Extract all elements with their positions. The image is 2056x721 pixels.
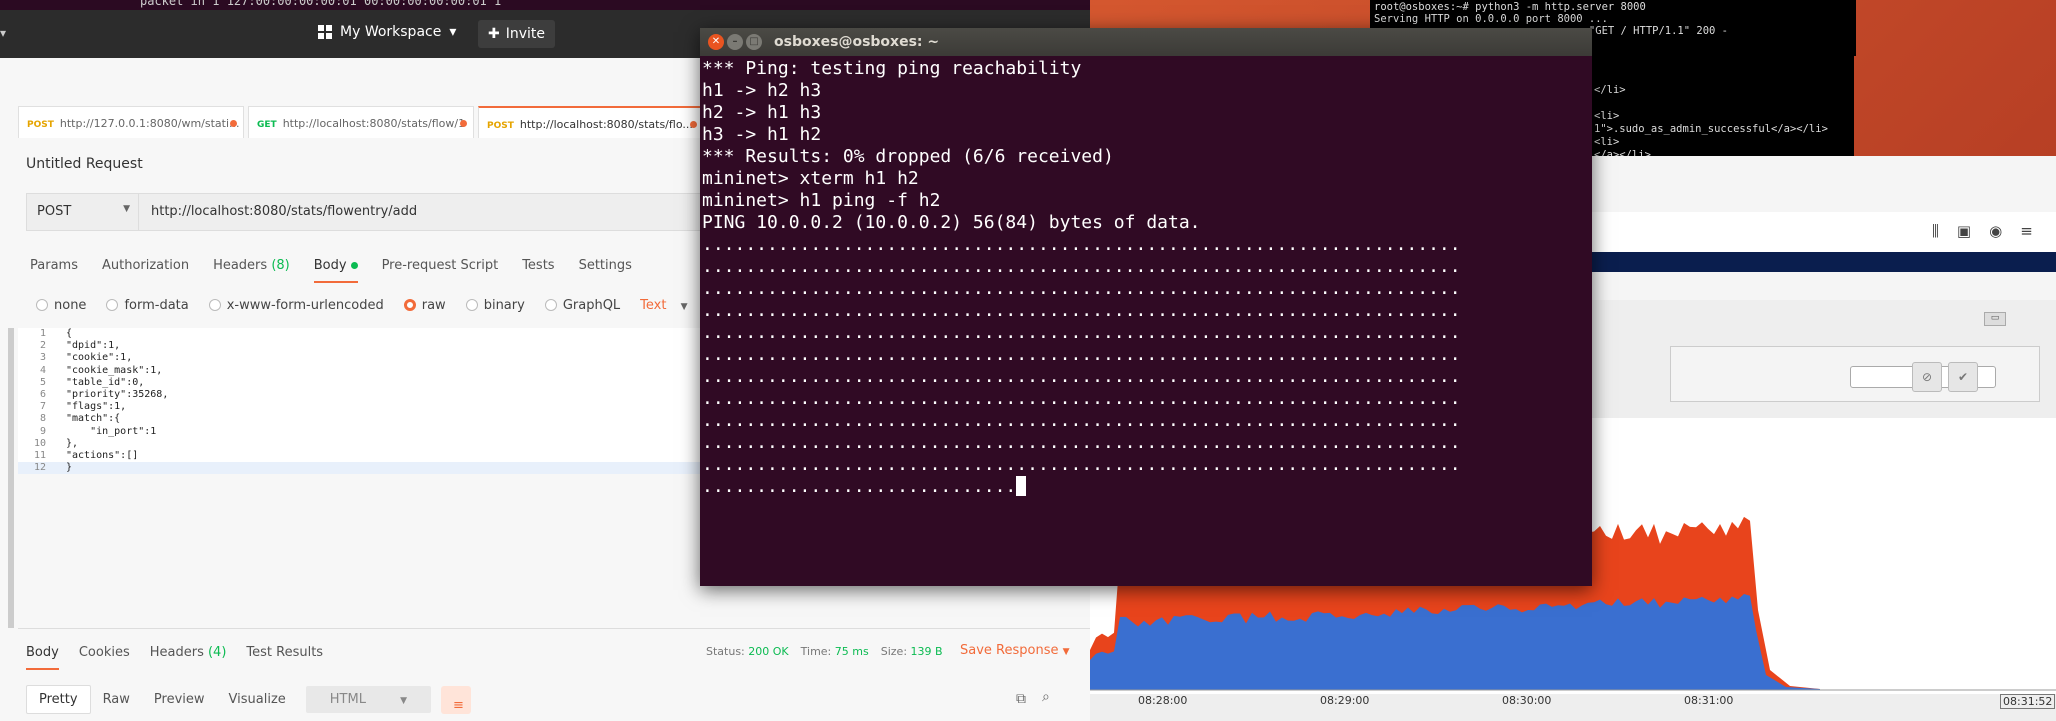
radio-icon <box>544 299 557 311</box>
response-format-bar: Pretty Raw Preview Visualize HTML ▼ ≡ <box>26 685 472 714</box>
terminal-lines: *** Ping: testing ping reachability h1 -… <box>702 58 1201 233</box>
request-name[interactable]: Untitled Request <box>26 156 143 172</box>
size-info: Size: 139 B <box>880 645 943 658</box>
terminal-output[interactable]: *** Ping: testing ping reachability h1 -… <box>700 56 1592 586</box>
workspace-label: My Workspace <box>340 24 442 40</box>
ping-dots-last: ............................. <box>702 476 1017 497</box>
radio-icon <box>208 299 221 311</box>
unsaved-dot-icon <box>690 121 697 128</box>
request-tab-active[interactable]: POST http://localhost:8080/stats/flo... <box>478 106 704 138</box>
response-tabs: Body Cookies Headers (4) Test Results <box>26 645 323 670</box>
clear-button[interactable]: ⊘ <box>1912 362 1942 392</box>
dropdown-icon[interactable]: ▾ <box>0 26 6 40</box>
radio-raw[interactable]: raw <box>403 298 446 313</box>
mininet-terminal-window[interactable]: ✕ – □ osboxes@osboxes: ~ *** Ping: testi… <box>700 28 1592 586</box>
panel-toggle-icon[interactable]: ▭ <box>1984 312 2006 326</box>
chevron-down-icon: ▼ <box>123 204 130 214</box>
terminal-titlebar[interactable]: ✕ – □ osboxes@osboxes: ~ <box>700 28 1592 56</box>
tab-tests[interactable]: Tests <box>522 258 554 283</box>
radio-none[interactable]: none <box>36 298 86 313</box>
workspace-grid-icon <box>318 25 332 39</box>
account-icon[interactable]: ◉ <box>1989 222 2002 240</box>
browser-toolbar-icons: ⫼ ▣ ◉ ≡ <box>1932 222 2033 240</box>
radio-form-data[interactable]: form-data <box>106 298 189 313</box>
radio-binary[interactable]: binary <box>465 298 525 313</box>
ping-dots: ........................................… <box>702 234 1461 475</box>
tab-authorization[interactable]: Authorization <box>102 258 189 283</box>
tab-prerequest[interactable]: Pre-request Script <box>382 258 499 283</box>
workspace-selector[interactable]: My Workspace ▾ <box>318 24 456 40</box>
method-select[interactable]: POST ▼ <box>27 194 139 230</box>
terminal-cursor <box>1016 476 1027 496</box>
body-editor[interactable]: 1 2 3 4 5 6 7 8 9 10 11 12 { "dpid":1, "… <box>18 328 718 474</box>
invite-button[interactable]: ✚ Invite <box>478 20 556 48</box>
status-info: Status: 200 OK <box>706 645 789 658</box>
radio-urlencoded[interactable]: x-www-form-urlencoded <box>208 298 384 313</box>
scrollbar[interactable] <box>8 328 14 628</box>
format-pretty[interactable]: Pretty <box>26 685 91 714</box>
tab-params[interactable]: Params <box>30 258 78 283</box>
library-icon[interactable]: ⫼ <box>1932 222 1939 240</box>
tab-headers[interactable]: Headers (8) <box>213 258 290 283</box>
tab-response-headers[interactable]: Headers (4) <box>150 645 227 670</box>
copy-icon[interactable]: ⧉ <box>1016 691 1026 707</box>
x-tick-label-current: 08:31:52 <box>2000 694 2056 709</box>
time-info: Time: 75 ms <box>800 645 869 658</box>
format-visualize[interactable]: Visualize <box>217 686 298 713</box>
x-tick-label: 08:31:00 <box>1684 694 1734 707</box>
format-select[interactable]: Text ▼ <box>640 298 687 313</box>
wrap-lines-icon[interactable]: ≡ <box>441 685 472 714</box>
chevron-down-icon: ▼ <box>680 302 688 312</box>
language-select[interactable]: HTML ▼ <box>305 686 432 713</box>
terminal-title: osboxes@osboxes: ~ <box>774 34 940 50</box>
tab-test-results[interactable]: Test Results <box>246 645 323 670</box>
url-input[interactable]: http://localhost:8080/stats/flowentry/ad… <box>151 204 417 219</box>
tab-settings[interactable]: Settings <box>579 258 632 283</box>
apply-button[interactable]: ✔ <box>1948 362 1978 392</box>
invite-label: Invite <box>505 26 546 42</box>
line-numbers: 1 2 3 4 5 6 7 8 9 10 11 12 <box>33 328 46 474</box>
chevron-down-icon: ▼ <box>400 696 408 706</box>
x-tick-label: 08:28:00 <box>1138 694 1188 707</box>
chevron-down-icon: ▼ <box>1062 647 1070 657</box>
tab-response-body[interactable]: Body <box>26 645 59 670</box>
format-raw[interactable]: Raw <box>91 686 142 713</box>
tab-cookies[interactable]: Cookies <box>79 645 130 670</box>
radio-icon <box>106 299 119 311</box>
x-tick-label: 08:30:00 <box>1502 694 1552 707</box>
menu-icon[interactable]: ≡ <box>2020 222 2033 240</box>
request-tabs: POST http://127.0.0.1:8080/wm/stati... GE… <box>18 106 708 138</box>
request-tab[interactable]: POST http://127.0.0.1:8080/wm/stati... <box>18 106 244 138</box>
unsaved-dot-icon <box>460 120 467 127</box>
radio-icon <box>36 299 48 311</box>
minimize-icon[interactable]: – <box>727 34 743 50</box>
tab-body[interactable]: Body <box>313 258 358 283</box>
x-tick-label: 08:29:00 <box>1320 694 1370 707</box>
unsaved-dot-icon <box>230 120 237 127</box>
radio-selected-icon <box>403 299 416 311</box>
close-icon[interactable]: ✕ <box>708 34 724 50</box>
sidebar-icon[interactable]: ▣ <box>1957 222 1971 240</box>
maximize-icon[interactable]: □ <box>746 34 762 50</box>
user-plus-icon: ✚ <box>488 26 500 42</box>
request-tab[interactable]: GET http://localhost:8080/stats/flow/1 <box>248 106 474 138</box>
code-content[interactable]: { "dpid":1, "cookie":1, "cookie_mask":1,… <box>66 328 168 474</box>
search-icon[interactable]: ⌕ <box>1042 689 1050 705</box>
radio-icon <box>465 299 478 311</box>
url-bar: POST ▼ http://localhost:8080/stats/flowe… <box>26 193 706 231</box>
format-preview[interactable]: Preview <box>142 686 217 713</box>
save-response-button[interactable]: Save Response ▼ <box>960 643 1070 658</box>
response-section: Body Cookies Headers (4) Test Results St… <box>18 628 1090 721</box>
radio-graphql[interactable]: GraphQL <box>544 298 620 313</box>
status-dot-icon <box>350 262 358 269</box>
response-meta: Status: 200 OK Time: 75 ms Size: 139 B <box>706 645 943 658</box>
request-config-tabs: Params Authorization Headers (8) Body Pr… <box>30 258 632 283</box>
chevron-down-icon: ▾ <box>449 24 457 40</box>
body-type-options: none form-data x-www-form-urlencoded raw… <box>36 298 688 313</box>
